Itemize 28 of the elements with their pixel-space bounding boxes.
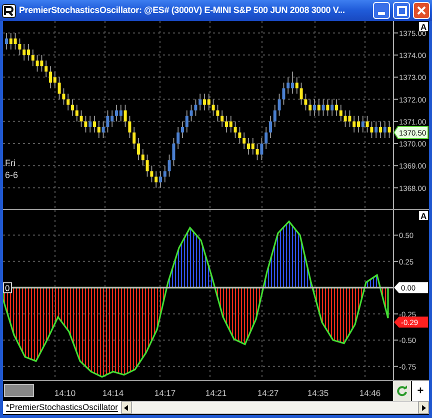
time-axis-label: 14:14 bbox=[102, 387, 124, 400]
time-axis-label: 14:21 bbox=[205, 387, 227, 400]
close-icon bbox=[417, 6, 426, 15]
add-button[interactable]: + bbox=[412, 381, 429, 401]
maximize-button[interactable] bbox=[393, 2, 410, 19]
right-arrow-icon bbox=[422, 404, 426, 410]
date-label: 6-6 bbox=[5, 170, 18, 180]
scale-button[interactable]: A bbox=[419, 22, 428, 32]
maximize-icon bbox=[396, 6, 406, 16]
scroll-right-button[interactable] bbox=[418, 401, 429, 414]
close-button[interactable] bbox=[413, 2, 430, 19]
zero-marker: 0 bbox=[3, 282, 12, 294]
refresh-icon bbox=[396, 385, 408, 397]
time-axis-label: 14:27 bbox=[257, 387, 279, 400]
time-axis-label: 14:10 bbox=[54, 387, 76, 400]
scale-button[interactable]: A bbox=[419, 211, 428, 221]
minimize-icon bbox=[378, 12, 385, 15]
time-axis-label: 14:17 bbox=[154, 387, 176, 400]
refresh-button[interactable] bbox=[393, 381, 411, 401]
day-label: Fri bbox=[5, 158, 16, 168]
time-axis-label: 14:35 bbox=[307, 387, 329, 400]
minimize-button[interactable] bbox=[373, 2, 390, 19]
sheet-tab[interactable]: *PremierStochasticsOscillator bbox=[3, 401, 121, 414]
window-title: PremierStochasticsOscillator: @ES# (3000V) E-MINI S&P 500 JUN 2008 3000 V... bbox=[19, 4, 346, 17]
horizontal-scrollbar[interactable] bbox=[132, 401, 418, 414]
time-axis-label: 14:46 bbox=[359, 387, 381, 400]
left-arrow-icon bbox=[124, 404, 128, 410]
scroll-left-button[interactable] bbox=[120, 401, 132, 414]
